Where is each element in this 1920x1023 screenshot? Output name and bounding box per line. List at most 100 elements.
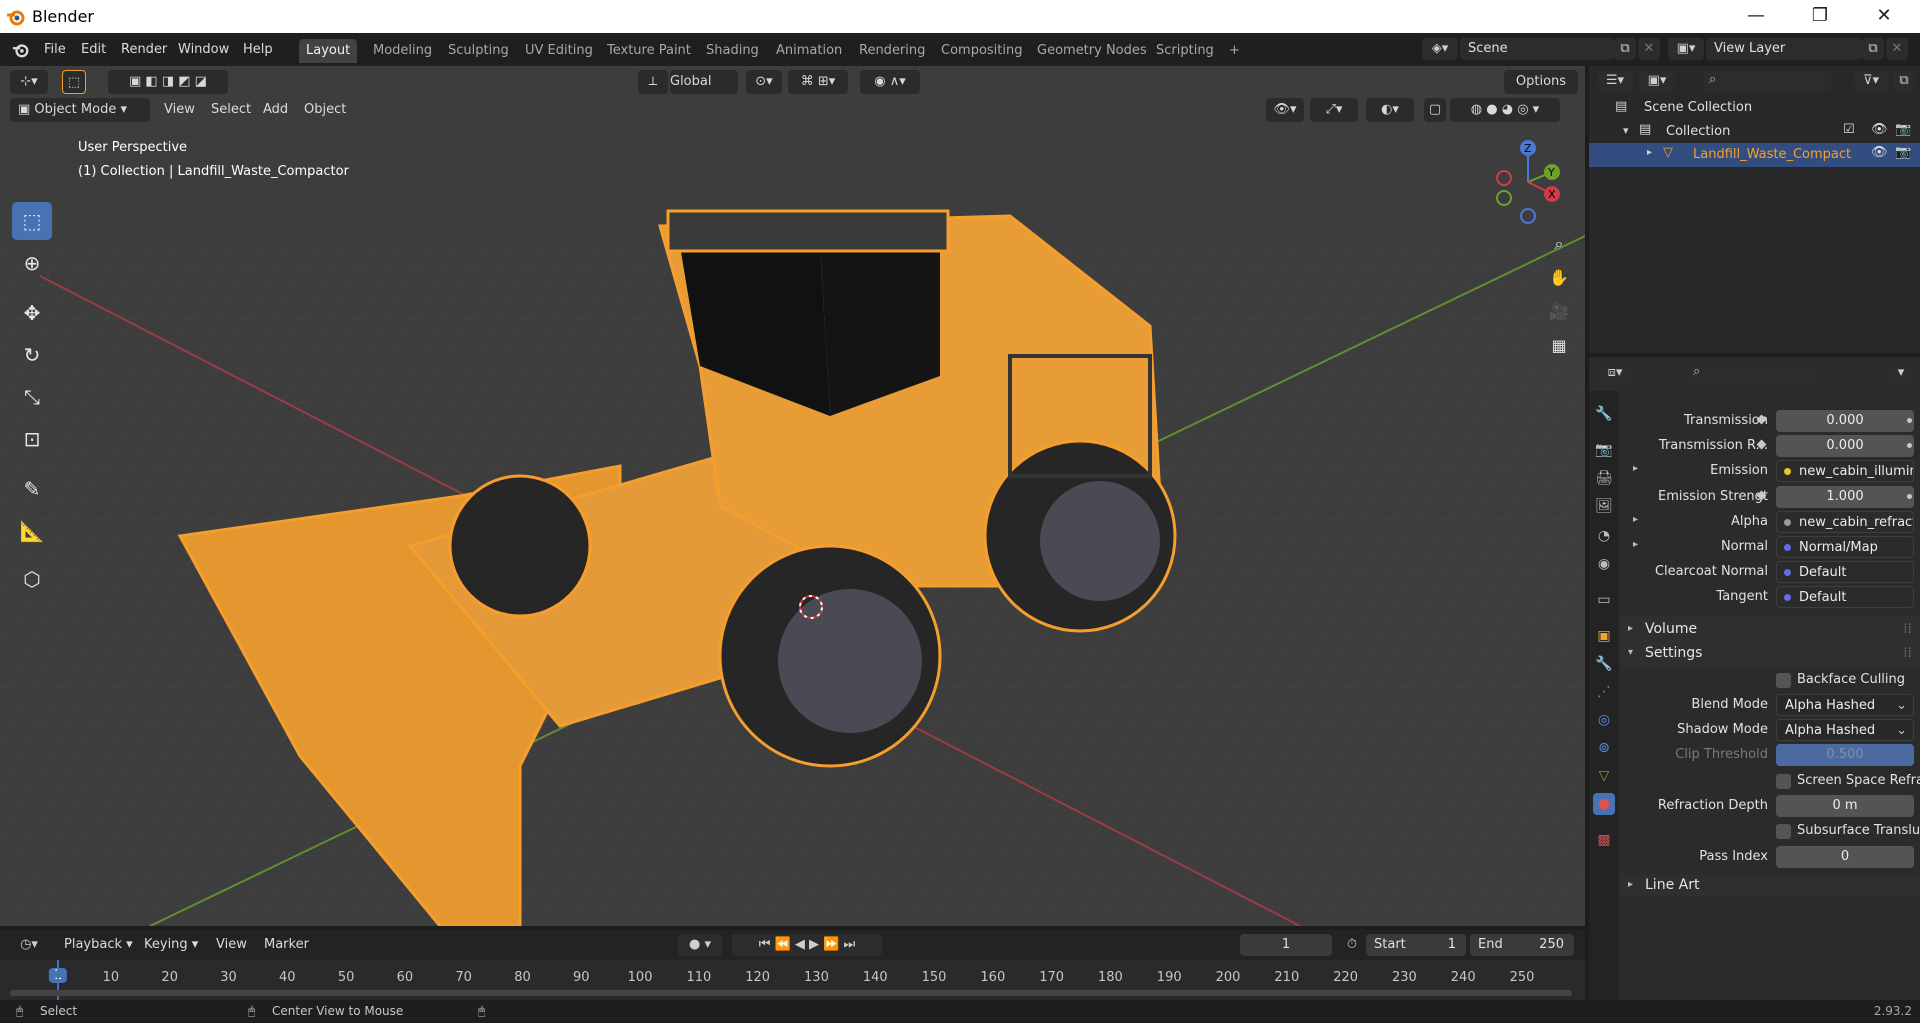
menu-file[interactable]: File [38, 39, 72, 61]
tab-shading[interactable]: Shading [699, 39, 766, 63]
properties-search-input[interactable] [1687, 362, 1817, 384]
emission-strength-field[interactable]: 1.000 [1776, 486, 1914, 508]
view-layer-field[interactable]: View Layer [1706, 38, 1862, 60]
view-layer-properties-icon[interactable]: 🖼 [1593, 495, 1615, 517]
outliner-search-input[interactable] [1703, 70, 1831, 92]
output-properties-icon[interactable]: 🖨 [1593, 467, 1615, 489]
tangent-field[interactable]: Default [1776, 586, 1914, 608]
measure-tool-icon[interactable]: 📐 [12, 512, 52, 550]
playback-controls-icons[interactable]: ⏮ ⏪ ◀ ▶ ⏩ ⏭ [732, 934, 882, 956]
playback-menu[interactable]: Playback ▾ [64, 933, 133, 957]
filter-icon[interactable]: ⊽▾ [1853, 70, 1889, 92]
line-art-panel-header[interactable]: ▸ Line Art [1619, 874, 1920, 896]
viewport-canvas[interactable] [0, 66, 1585, 926]
3d-viewport[interactable]: ⊹▾ ⬚ ▣ ◧ ◨ ◩ ◪ ⟂ Global ⊙▾ ⌘ ⊞▾ ◉ ∧▾ Opt… [0, 66, 1585, 926]
annotate-tool-icon[interactable]: ✎ [12, 470, 52, 508]
auto-keying-icon[interactable]: ● ▾ [678, 934, 722, 956]
menu-render[interactable]: Render [115, 39, 173, 61]
physics-properties-icon[interactable]: ◎ [1593, 709, 1615, 731]
collapse-arrow-icon[interactable]: ▾ [1623, 124, 1629, 137]
alpha-link-field[interactable]: new_cabin_refract_i... [1776, 511, 1914, 533]
properties-editor-icon[interactable]: ⧈▾ [1597, 362, 1633, 384]
expand-arrow-icon[interactable]: ▸ [1633, 514, 1638, 525]
collection-properties-icon[interactable]: ▭ [1593, 589, 1615, 611]
scene-properties-icon[interactable]: ◔ [1593, 525, 1615, 547]
add-workspace-button[interactable]: + [1222, 39, 1247, 63]
modifier-properties-icon[interactable]: 🔧 [1593, 653, 1615, 675]
preview-range-icon[interactable]: ⏱ [1340, 934, 1364, 956]
add-cube-tool-icon[interactable]: ⬡ [12, 560, 52, 598]
emission-link-field[interactable]: new_cabin_illuminat... [1776, 460, 1914, 482]
scene-collection-label[interactable]: Scene Collection [1644, 100, 1752, 115]
zoom-icon[interactable]: ⌕ [1545, 230, 1573, 258]
keyframe-dot-icon[interactable] [1907, 494, 1912, 499]
close-button[interactable]: ✕ [1856, 2, 1912, 30]
keyframe-dot-icon[interactable] [1907, 443, 1912, 448]
tab-scripting[interactable]: Scripting [1149, 39, 1221, 63]
tab-texture-paint[interactable]: Texture Paint [600, 39, 698, 63]
new-view-layer-icon[interactable]: ⧉ [1862, 38, 1884, 60]
menu-help[interactable]: Help [237, 39, 279, 61]
ortho-grid-icon[interactable]: ▦ [1545, 332, 1573, 360]
expand-arrow-icon[interactable]: ▸ [1647, 147, 1652, 158]
menu-object[interactable]: Object [304, 98, 346, 122]
scale-tool-icon[interactable]: ⤡ [12, 378, 52, 416]
expand-arrow-icon[interactable]: ▸ [1633, 463, 1638, 474]
tab-compositing[interactable]: Compositing [934, 39, 1030, 63]
outliner-row-landfill[interactable]: ▸ ▽ Landfill_Waste_Compact 👁 📷 [1589, 143, 1920, 167]
material-properties-icon[interactable]: ● [1593, 793, 1615, 815]
scene-selector-icon[interactable]: ◈▾ [1422, 38, 1458, 60]
marker-menu[interactable]: Marker [264, 933, 309, 957]
rotate-tool-icon[interactable]: ↻ [12, 336, 52, 374]
shadow-mode-dropdown[interactable]: Alpha Hashed ⌄ [1776, 719, 1914, 741]
particles-properties-icon[interactable]: ⋰ [1593, 681, 1615, 703]
menu-window[interactable]: Window [172, 39, 235, 61]
options-button[interactable]: Options [1504, 70, 1578, 94]
start-frame-field[interactable]: Start 1 [1366, 934, 1466, 956]
menu-add[interactable]: Add [263, 98, 288, 122]
settings-panel-header[interactable]: ▾ Settings ⁞⁞ [1619, 640, 1920, 666]
transmission-field[interactable]: 0.000 [1776, 410, 1914, 432]
object-render-camera-icon[interactable]: 📷 [1895, 145, 1911, 160]
menu-view[interactable]: View [164, 98, 195, 122]
menu-select[interactable]: Select [211, 98, 251, 122]
pass-index-field[interactable]: 0 [1776, 846, 1914, 868]
transform-tool-icon[interactable]: ⊡ [12, 420, 52, 458]
select-tool-icon[interactable]: ⬚ [62, 70, 86, 94]
visibility-icon[interactable]: 👁▾ [1266, 98, 1304, 122]
snap-icon[interactable]: ⌘ ⊞▾ [788, 70, 848, 94]
object-visibility-eye-icon[interactable]: 👁 [1871, 145, 1888, 160]
overlay-toggle-icon[interactable]: ◐▾ [1366, 98, 1414, 122]
move-tool-icon[interactable]: ✥ [12, 294, 52, 332]
volume-panel-header[interactable]: ▸ Volume ⁞⁞ [1619, 616, 1920, 642]
transmission-roughness-field[interactable]: 0.000 [1776, 435, 1914, 457]
blend-mode-dropdown[interactable]: Alpha Hashed ⌄ [1776, 694, 1914, 716]
visibility-eye-icon[interactable]: 👁 [1871, 122, 1888, 137]
editor-type-icon[interactable]: ⊹▾ [10, 70, 48, 94]
clearcoat-normal-field[interactable]: Default [1776, 561, 1914, 583]
world-properties-icon[interactable]: ◉ [1593, 553, 1615, 575]
data-properties-icon[interactable]: ▽ [1593, 765, 1615, 787]
tab-uv-editing[interactable]: UV Editing [518, 39, 600, 63]
tool-properties-icon[interactable]: 🔧 [1593, 403, 1615, 425]
collection-label[interactable]: Collection [1666, 124, 1730, 139]
expand-arrow-icon[interactable]: ▸ [1633, 539, 1638, 550]
camera-view-icon[interactable]: 🎥 [1545, 298, 1573, 326]
tab-geometry-nodes[interactable]: Geometry Nodes [1030, 39, 1154, 63]
display-mode-icon[interactable]: ▣▾ [1639, 70, 1675, 92]
timeline-scrollbar[interactable] [10, 990, 1572, 996]
scene-field[interactable]: Scene [1460, 38, 1614, 60]
mode-dropdown[interactable]: ▣ Object Mode ▾ [10, 98, 150, 122]
end-frame-field[interactable]: End 250 [1470, 934, 1574, 956]
tab-sculpting[interactable]: Sculpting [441, 39, 516, 63]
render-camera-icon[interactable]: 📷 [1895, 122, 1911, 137]
properties-options-icon[interactable]: ▾ [1889, 362, 1913, 384]
drag-handle-icon[interactable]: ⁞⁞ [1903, 616, 1912, 642]
proportional-edit-icon[interactable]: ◉ ∧▾ [860, 70, 920, 94]
timeline-editor-icon[interactable]: ◷▾ [10, 934, 48, 956]
keyframe-dot-icon[interactable] [1907, 418, 1912, 423]
backface-culling-checkbox[interactable] [1776, 673, 1791, 688]
exclude-checkbox-icon[interactable]: ☑ [1843, 122, 1855, 137]
outliner-editor-icon[interactable]: ☰▾ [1597, 70, 1633, 92]
transform-orientation-icon[interactable]: ⟂ [638, 70, 668, 94]
